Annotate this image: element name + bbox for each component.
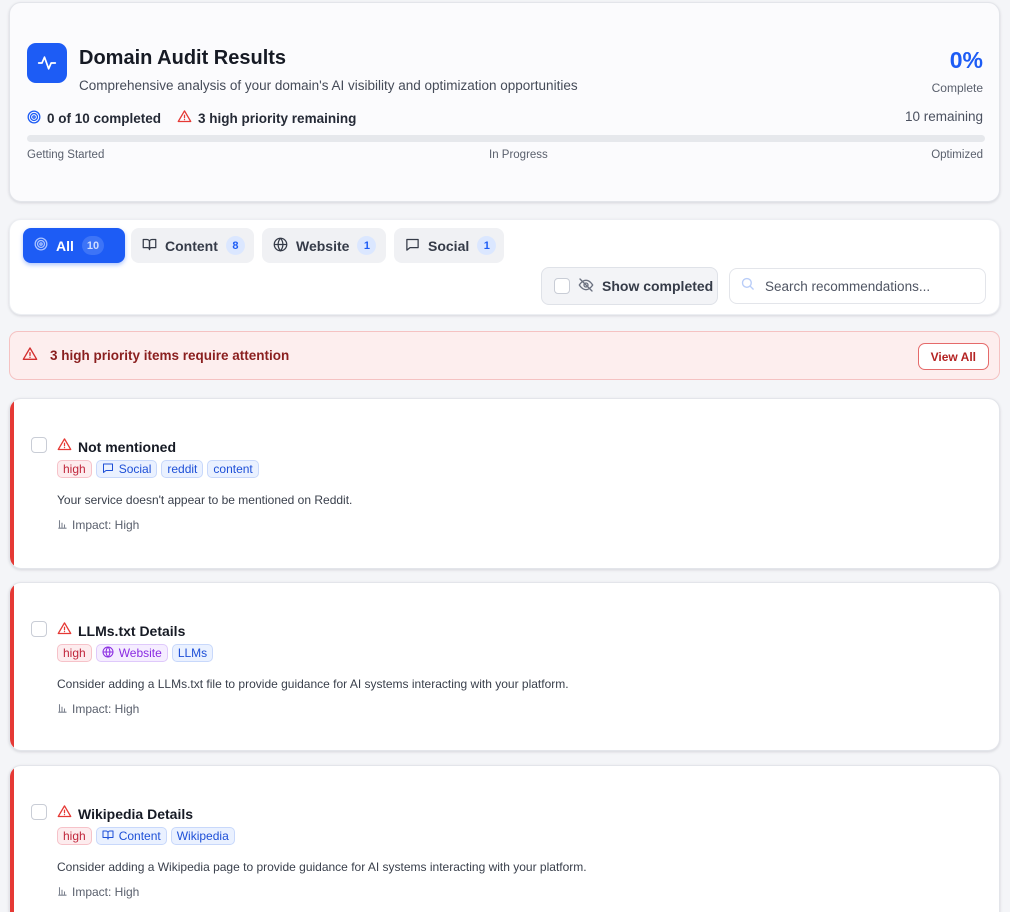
high-priority-alert: 3 high priority items require attention … — [9, 331, 1000, 380]
priority-badge: high — [57, 460, 92, 478]
recommendation-tags: high Content Wikipedia — [57, 827, 235, 845]
view-all-button[interactable]: View All — [917, 343, 989, 370]
tab-label: Social — [428, 237, 470, 254]
keyword-badge: content — [207, 460, 259, 478]
impact-label: Impact: High — [72, 885, 140, 899]
book-icon — [142, 237, 157, 255]
category-label: Social — [118, 462, 152, 476]
tab-label: All — [56, 237, 74, 254]
progress-stats: 0 of 10 completed 3 high priority remain… — [27, 109, 372, 127]
recommendation-impact: Impact: High — [57, 518, 139, 532]
page-title: Domain Audit Results — [79, 47, 287, 69]
tab-count: 10 — [81, 236, 105, 255]
completed-stat: 0 of 10 completed — [27, 110, 161, 127]
high-priority-stat: 3 high priority remaining — [177, 109, 356, 127]
recommendation-description: Consider adding a Wikipedia page to prov… — [57, 860, 587, 874]
recommendation-card[interactable]: Not mentioned high Social reddit content… — [9, 398, 1000, 569]
tab-social[interactable]: Social 1 — [394, 228, 504, 263]
recommendation-description: Your service doesn't appear to be mentio… — [57, 493, 353, 507]
eye-off-icon — [578, 277, 594, 296]
stage-optimized: Optimized — [931, 149, 983, 161]
bar-chart-icon — [57, 885, 67, 899]
category-badge: Social — [95, 460, 158, 478]
search-box[interactable] — [729, 268, 986, 304]
recommendation-description: Consider adding a LLMs.txt file to provi… — [57, 677, 569, 691]
recommendation-header: LLMs.txt Details — [57, 621, 185, 641]
alert-text: 3 high priority items require attention — [50, 348, 290, 363]
show-completed-toggle[interactable]: Show completed — [541, 267, 718, 305]
tab-website[interactable]: Website 1 — [262, 228, 386, 263]
recommendation-title: Wikipedia Details — [78, 806, 194, 822]
category-label: Content — [118, 829, 161, 843]
recommendation-tags: high Website LLMs — [57, 644, 214, 662]
activity-icon — [27, 43, 67, 83]
tab-label: Content — [165, 237, 218, 254]
recommendation-title: LLMs.txt Details — [78, 623, 186, 639]
remaining-count: 10 remaining — [904, 109, 983, 124]
tab-count: 8 — [225, 236, 245, 255]
alert-triangle-icon — [57, 621, 72, 641]
page-subtitle: Comprehensive analysis of your domain's … — [79, 78, 578, 93]
filter-bar: All 10 Content 8 Website 1 Social 1 Show… — [9, 219, 1000, 315]
alert-triangle-icon — [22, 346, 38, 365]
alert-triangle-icon — [57, 804, 72, 824]
book-icon — [102, 829, 114, 844]
category-badge: Website — [95, 644, 168, 662]
message-icon — [405, 237, 420, 255]
message-icon — [102, 462, 114, 477]
progress-bar — [27, 135, 985, 142]
keyword-badge: LLMs — [171, 644, 214, 662]
recommendation-impact: Impact: High — [57, 885, 139, 899]
tab-label: Website — [296, 237, 350, 254]
tab-count: 1 — [477, 236, 497, 255]
recommendation-checkbox[interactable] — [31, 621, 47, 637]
target-icon — [34, 237, 48, 254]
completion-percent: 0% — [949, 47, 983, 73]
recommendation-header: Wikipedia Details — [57, 804, 193, 824]
keyword-badge: Wikipedia — [170, 827, 235, 845]
stage-in-progress: In Progress — [489, 149, 548, 161]
recommendation-checkbox[interactable] — [31, 804, 47, 820]
show-completed-label: Show completed — [602, 278, 714, 294]
recommendation-impact: Impact: High — [57, 702, 139, 716]
tab-all[interactable]: All 10 — [23, 228, 125, 263]
keyword-badge: reddit — [161, 460, 204, 478]
priority-badge: high — [57, 644, 92, 662]
completed-count: 0 of 10 completed — [47, 110, 162, 126]
high-priority-count: 3 high priority remaining — [198, 110, 357, 126]
recommendation-card[interactable]: LLMs.txt Details high Website LLMs Consi… — [9, 582, 1000, 751]
recommendation-tags: high Social reddit content — [57, 460, 259, 478]
category-badge: Content — [95, 827, 167, 845]
completion-label: Complete — [931, 81, 983, 95]
recommendation-checkbox[interactable] — [31, 437, 47, 453]
bar-chart-icon — [57, 702, 67, 716]
audit-summary-card: Domain Audit Results Comprehensive analy… — [9, 2, 1000, 202]
stage-getting-started: Getting Started — [27, 149, 105, 161]
impact-label: Impact: High — [72, 702, 140, 716]
search-input[interactable] — [765, 278, 970, 294]
priority-badge: high — [57, 827, 92, 845]
show-completed-checkbox[interactable] — [554, 278, 570, 294]
tab-count: 1 — [357, 236, 377, 255]
tab-content[interactable]: Content 8 — [131, 228, 254, 263]
category-label: Website — [118, 646, 162, 660]
globe-icon — [102, 646, 114, 661]
alert-triangle-icon — [57, 437, 72, 457]
target-icon — [27, 110, 41, 127]
recommendation-card[interactable]: Wikipedia Details high Content Wikipedia… — [9, 765, 1000, 912]
impact-label: Impact: High — [72, 518, 140, 532]
bar-chart-icon — [57, 518, 67, 532]
globe-icon — [273, 237, 288, 255]
search-icon — [740, 276, 755, 296]
recommendation-header: Not mentioned — [57, 437, 176, 457]
recommendation-title: Not mentioned — [78, 439, 176, 455]
alert-triangle-icon — [177, 109, 192, 127]
